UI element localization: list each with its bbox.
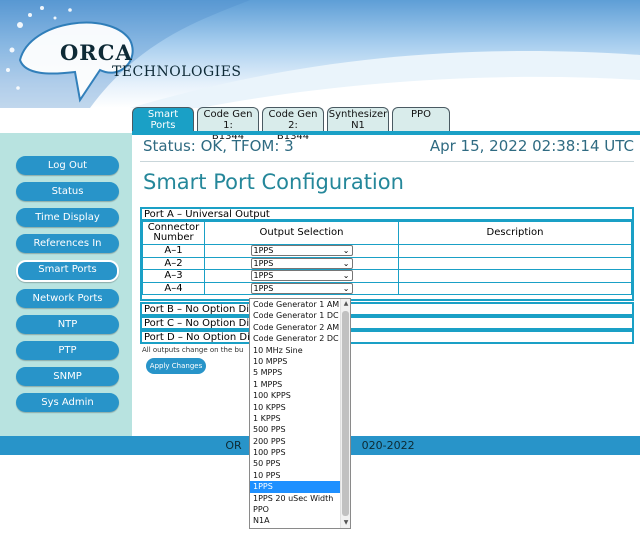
- dropdown-option[interactable]: 1PPS: [250, 481, 350, 493]
- dropdown-option[interactable]: PPO: [250, 504, 350, 515]
- table-row: A–1 1PPS ⌄: [142, 244, 632, 258]
- connector-header: Connector Number: [142, 221, 205, 245]
- port-b-title: Port B – No Option Dis: [144, 304, 255, 315]
- output-select-a3[interactable]: 1PPS ⌄: [250, 270, 353, 281]
- output-select-a4[interactable]: 1PPS ⌄: [250, 282, 353, 294]
- table-row: A–4 1PPS ⌄: [142, 281, 632, 295]
- tab-code-gen-1[interactable]: Code Gen 1: B1344: [197, 107, 259, 142]
- output-header: Output Selection: [204, 221, 399, 245]
- chevron-down-icon: ⌄: [342, 271, 350, 280]
- sidebar-item-ntp[interactable]: NTP: [16, 315, 119, 334]
- sidebar-item-time-display[interactable]: Time Display: [16, 208, 119, 227]
- sidebar: Log Out Status Time Display References I…: [0, 133, 132, 436]
- dropdown-option[interactable]: Code Generator 1 DC: [250, 310, 350, 321]
- description-cell[interactable]: [398, 244, 632, 258]
- dropdown-option[interactable]: 10 MHz Sine: [250, 345, 350, 356]
- output-select-a1[interactable]: 1PPS ⌄: [250, 245, 353, 256]
- dropdown-options: Code Generator 1 AM Code Generator 1 DC Co…: [250, 299, 350, 527]
- connector-cell: A–4: [142, 281, 205, 295]
- dropdown-option[interactable]: 50 PPS: [250, 458, 350, 469]
- tab-bar: Smart Ports Code Gen 1: B1344 Code Gen 2…: [132, 107, 453, 142]
- table-row: A–2 1PPS ⌄: [142, 256, 632, 270]
- connector-cell: A–2: [142, 256, 205, 270]
- chevron-down-icon: ⌄: [342, 258, 350, 268]
- description-cell[interactable]: [398, 281, 632, 295]
- connector-cell: A–1: [142, 244, 205, 258]
- port-a-table: Connector Number Output Selection Descri…: [142, 221, 632, 295]
- status-text: Status: OK, TFOM: 3: [143, 137, 294, 155]
- port-a-title: Port A – Universal Output: [142, 209, 632, 221]
- dropdown-option[interactable]: 100 PPS: [250, 447, 350, 458]
- sidebar-item-network-ports[interactable]: Network Ports: [16, 289, 119, 308]
- table-header-row: Connector Number Output Selection Descri…: [142, 221, 632, 245]
- footer-left-text: OR: [225, 439, 242, 452]
- sidebar-item-ptp[interactable]: PTP: [16, 341, 119, 360]
- sidebar-item-smart-ports[interactable]: Smart Ports: [16, 260, 119, 282]
- logo-text: ORCA: [60, 40, 133, 65]
- header-banner: ORCA TECHNOLOGIES: [0, 0, 640, 108]
- outputs-note: All outputs change on the bu: [142, 346, 244, 354]
- output-select-a2[interactable]: 1PPS ⌄: [250, 257, 353, 269]
- app-root: ORCA TECHNOLOGIES Smart Ports Code Gen 1…: [0, 0, 640, 535]
- sidebar-item-status[interactable]: Status: [16, 182, 119, 201]
- dropdown-option[interactable]: Code Generator 1 AM: [250, 299, 350, 310]
- scroll-up-icon[interactable]: ▲: [341, 299, 350, 309]
- dropdown-option[interactable]: 100 KPPS: [250, 390, 350, 401]
- tab-strip: [132, 131, 640, 135]
- dropdown-option[interactable]: 1PPS 20 uSec Width: [250, 493, 350, 504]
- port-d-title: Port D – No Option Dis: [144, 332, 256, 343]
- logo-subtitle: TECHNOLOGIES: [112, 64, 242, 80]
- page-title: Smart Port Configuration: [143, 170, 404, 194]
- dropdown-option[interactable]: 5 MPPS: [250, 367, 350, 378]
- sidebar-item-sys-admin[interactable]: Sys Admin: [16, 393, 119, 412]
- output-select-value: 1PPS: [253, 271, 274, 280]
- footer-right-text: 020-2022: [361, 439, 415, 452]
- dropdown-option[interactable]: 500 PPS: [250, 424, 350, 435]
- description-cell[interactable]: [398, 269, 632, 283]
- dropdown-option[interactable]: 10 PPS: [250, 470, 350, 481]
- dropdown-option[interactable]: Code Generator 2 DC: [250, 333, 350, 344]
- sidebar-item-log-out[interactable]: Log Out: [16, 156, 119, 175]
- dropdown-option[interactable]: 1 MPPS: [250, 379, 350, 390]
- tab-code-gen-2[interactable]: Code Gen 2: B1344: [262, 107, 324, 142]
- port-b-panel: Port B – No Option Dis: [140, 302, 634, 316]
- port-a-panel: Port A – Universal Output Connector Numb…: [140, 207, 634, 301]
- dropdown-option[interactable]: Code Generator 2 AM: [250, 322, 350, 333]
- sidebar-item-references-in[interactable]: References In: [16, 234, 119, 253]
- dropdown-option[interactable]: 10 KPPS: [250, 402, 350, 413]
- output-select-value: 1PPS: [253, 246, 274, 255]
- divider: [140, 161, 634, 162]
- scroll-down-icon[interactable]: ▼: [341, 518, 350, 528]
- output-select-value: 1PPS: [253, 283, 274, 293]
- port-d-panel: Port D – No Option Dis: [140, 330, 634, 344]
- apply-changes-button[interactable]: Apply Changes: [146, 358, 206, 374]
- datetime-text: Apr 15, 2022 02:38:14 UTC: [429, 137, 634, 155]
- tab-synthesizer[interactable]: Synthesizer N1: [327, 107, 389, 132]
- connector-cell: A–3: [142, 269, 205, 283]
- dropdown-option[interactable]: 200 PPS: [250, 436, 350, 447]
- output-select-dropdown-list[interactable]: Code Generator 1 AM Code Generator 1 DC Co…: [249, 298, 351, 529]
- table-row: A–3 1PPS ⌄: [142, 269, 632, 283]
- dropdown-scrollbar[interactable]: ▲ ▼: [340, 299, 350, 528]
- port-c-panel: Port C – No Option Dis: [140, 316, 634, 330]
- tab-smart-ports[interactable]: Smart Ports: [132, 107, 194, 132]
- scroll-thumb[interactable]: [342, 311, 349, 516]
- dropdown-option[interactable]: 10 MPPS: [250, 356, 350, 367]
- output-select-value: 1PPS: [253, 258, 274, 268]
- description-header: Description: [398, 221, 632, 245]
- dropdown-option[interactable]: N1A: [250, 515, 350, 526]
- sidebar-item-snmp[interactable]: SNMP: [16, 367, 119, 386]
- tab-ppo[interactable]: PPO: [392, 107, 450, 132]
- chevron-down-icon: ⌄: [342, 283, 350, 293]
- dropdown-option[interactable]: 1 KPPS: [250, 413, 350, 424]
- description-cell[interactable]: [398, 256, 632, 270]
- port-c-title: Port C – No Option Dis: [144, 318, 255, 329]
- chevron-down-icon: ⌄: [342, 246, 350, 255]
